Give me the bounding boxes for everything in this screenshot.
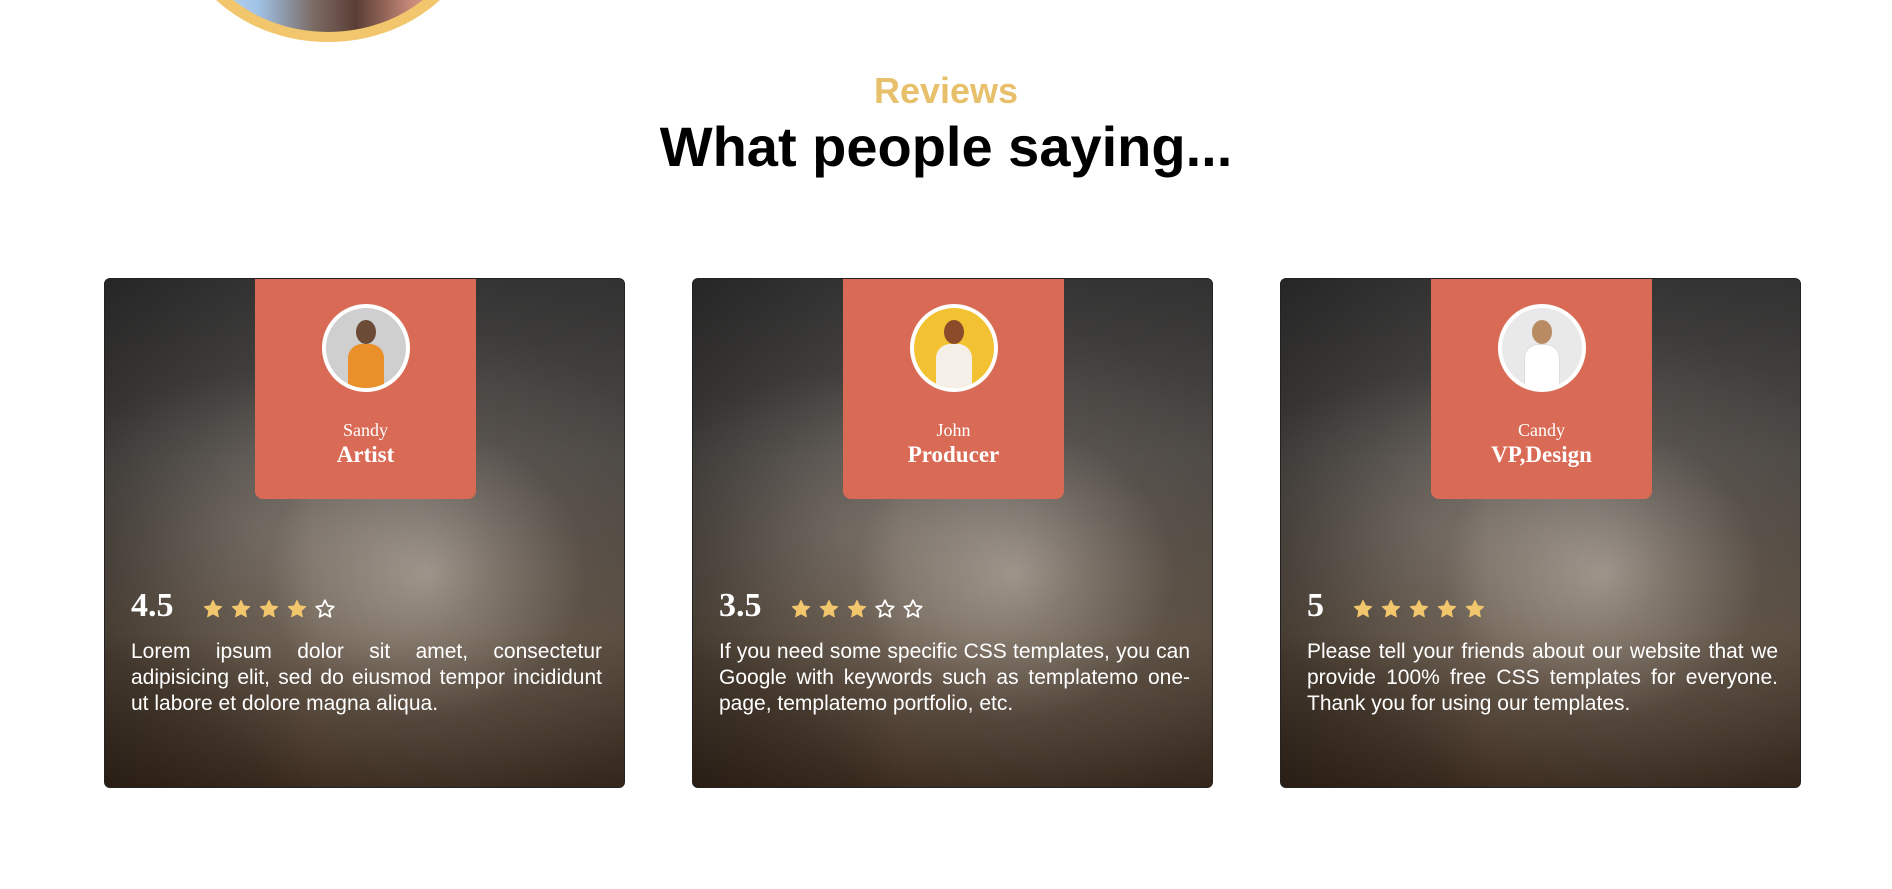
- review-card: Sandy Artist 4.5 Lorem ipsum dolor sit a…: [104, 278, 625, 788]
- review-card: Candy VP,Design 5 Please tell your frien…: [1280, 278, 1801, 788]
- star-filled-icon: [818, 598, 840, 620]
- reviews-page: Reviews What people saying... Sandy Arti…: [0, 0, 1892, 889]
- star-rating: [1352, 598, 1492, 620]
- star-filled-icon: [846, 598, 868, 620]
- review-text: Lorem ipsum dolor sit amet, consectetur …: [131, 640, 602, 715]
- review-text: If you need some specific CSS templates,…: [719, 640, 1190, 715]
- rating-value: 5: [1307, 587, 1324, 624]
- featured-avatar: [178, 0, 478, 42]
- star-filled-icon: [1408, 598, 1430, 620]
- author-role: VP,Design: [1491, 442, 1592, 467]
- star-filled-icon: [230, 598, 252, 620]
- author-panel: John Producer: [843, 279, 1064, 499]
- star-rating: [790, 598, 930, 620]
- star-outline-icon: [314, 598, 336, 620]
- star-filled-icon: [202, 598, 224, 620]
- author-name: Candy: [1518, 420, 1565, 440]
- author-panel: Candy VP,Design: [1431, 279, 1652, 499]
- author-role: Producer: [907, 442, 1000, 467]
- review-card: John Producer 3.5 If you need some speci…: [692, 278, 1213, 788]
- section-title: What people saying...: [659, 115, 1233, 178]
- rating-row: 5: [1307, 587, 1492, 625]
- star-filled-icon: [286, 598, 308, 620]
- author-avatar: [1498, 304, 1586, 392]
- featured-avatar-image: [188, 0, 468, 32]
- star-outline-icon: [902, 598, 924, 620]
- author-role: Artist: [336, 442, 395, 467]
- author-avatar: [322, 304, 410, 392]
- star-outline-icon: [874, 598, 896, 620]
- author-panel: Sandy Artist: [255, 279, 476, 499]
- rating-value: 3.5: [719, 587, 762, 624]
- author-name: John: [936, 420, 971, 440]
- review-text: Please tell your friends about our websi…: [1307, 640, 1778, 715]
- author-avatar: [910, 304, 998, 392]
- star-filled-icon: [1464, 598, 1486, 620]
- section-kicker: Reviews: [873, 70, 1019, 111]
- rating-row: 4.5: [131, 587, 342, 625]
- star-filled-icon: [1436, 598, 1458, 620]
- author-name: Sandy: [343, 420, 388, 440]
- star-filled-icon: [258, 598, 280, 620]
- rating-row: 3.5: [719, 587, 930, 625]
- star-filled-icon: [1352, 598, 1374, 620]
- rating-value: 4.5: [131, 587, 174, 624]
- star-filled-icon: [1380, 598, 1402, 620]
- star-rating: [202, 598, 342, 620]
- star-filled-icon: [790, 598, 812, 620]
